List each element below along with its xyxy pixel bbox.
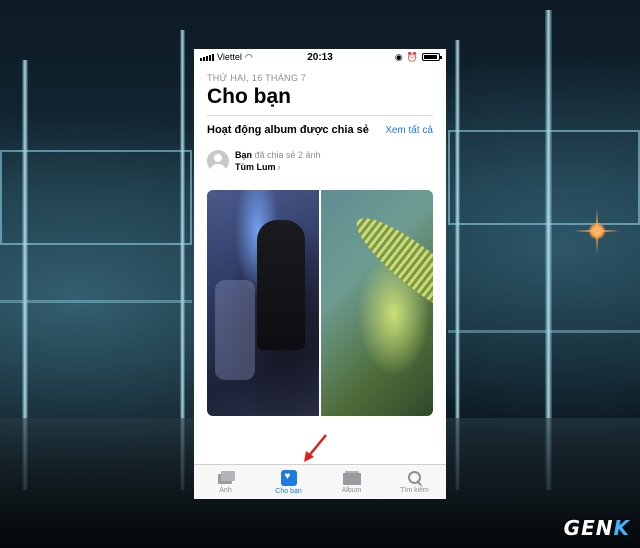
tab-label: Album <box>341 486 362 494</box>
tab-search[interactable]: Tìm kiếm <box>383 465 446 499</box>
activity-user: Bạn <box>235 150 253 160</box>
annotation-arrow-icon <box>304 434 327 462</box>
album-icon <box>342 470 361 485</box>
shared-photos-grid[interactable] <box>207 190 433 416</box>
section-title: Hoạt động album được chia sẻ <box>207 124 369 136</box>
bridge-railing <box>0 300 192 303</box>
chevron-right-icon: › <box>277 162 281 172</box>
photos-icon <box>217 470 235 485</box>
carrier-name: Viettel <box>217 52 242 62</box>
bridge-truss <box>448 130 640 225</box>
tab-label: Cho bạn <box>275 487 302 495</box>
activity-item[interactable]: Bạn đã chia sẻ 2 ảnh Tùm Lum › <box>194 136 446 173</box>
bridge-truss <box>0 150 192 245</box>
page-title: Cho bạn <box>207 85 291 108</box>
shared-photo[interactable] <box>321 190 433 416</box>
for-you-icon <box>280 469 297 486</box>
activity-description: đã chia sẻ 2 ảnh <box>254 150 321 160</box>
page-header: THỨ HAI, 16 THÁNG 7 Cho bạn <box>194 65 446 109</box>
avatar <box>207 150 229 172</box>
album-link[interactable]: Tùm Lum › <box>235 161 321 173</box>
shared-photo[interactable] <box>207 190 319 416</box>
wifi-icon: ◠ <box>244 51 253 62</box>
date-label: THỨ HAI, 16 THÁNG 7 <box>207 73 307 83</box>
phone-screen: Viettel ◠ 20:13 ◉ ⏰ THỨ HAI, 16 THÁNG 7 … <box>194 49 446 499</box>
lock-rotation-icon: ◉ <box>394 51 403 62</box>
shared-album-section-header: Hoạt động album được chia sẻ Xem tất cả <box>194 116 446 136</box>
tab-photos[interactable]: Ảnh <box>194 465 257 499</box>
watermark-logo: GENK <box>563 516 630 540</box>
tab-for-you[interactable]: Cho bạn <box>257 465 320 499</box>
tab-bar: Ảnh Cho bạn Album Tìm kiếm <box>194 464 446 499</box>
tab-label: Tìm kiếm <box>400 486 429 494</box>
signal-icon <box>200 53 214 61</box>
battery-icon <box>422 53 442 61</box>
tab-label: Ảnh <box>219 486 232 494</box>
status-bar: Viettel ◠ 20:13 ◉ ⏰ <box>194 49 446 65</box>
search-icon <box>406 470 424 485</box>
album-name: Tùm Lum <box>235 162 276 172</box>
see-all-link[interactable]: Xem tất cả <box>385 125 433 136</box>
light-flare <box>574 222 620 240</box>
clock: 20:13 <box>307 51 333 63</box>
alarm-icon: ⏰ <box>406 51 418 62</box>
tab-albums[interactable]: Album <box>320 465 383 499</box>
bridge-railing <box>448 330 640 333</box>
